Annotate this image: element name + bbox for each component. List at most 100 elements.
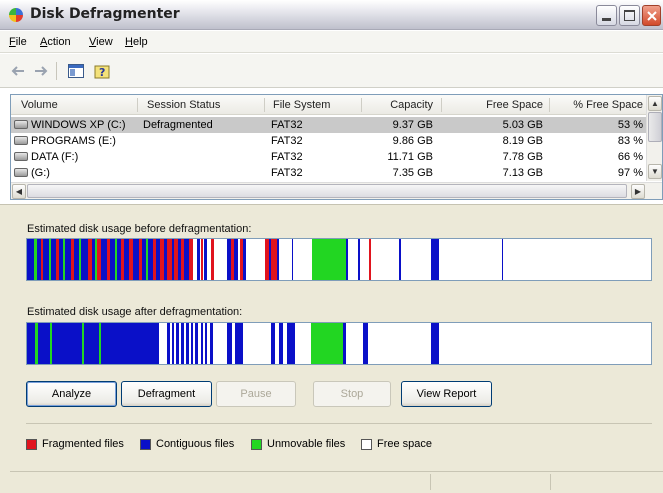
file-system-cell: FAT32 xyxy=(271,135,303,147)
session-status-cell: Defragmented xyxy=(143,119,213,131)
cluster-segment xyxy=(312,239,346,280)
menu-view[interactable]: View xyxy=(89,36,113,48)
volume-name: WINDOWS XP (C:) xyxy=(31,119,126,131)
column-percent-free[interactable]: % Free Space xyxy=(557,99,643,111)
help-button[interactable]: ? xyxy=(92,61,114,81)
column-separator[interactable] xyxy=(441,98,442,112)
cluster-segment xyxy=(346,239,348,280)
cluster-segment xyxy=(210,323,213,364)
unmovable-swatch xyxy=(251,438,262,450)
close-button[interactable] xyxy=(642,5,661,26)
percent-free-cell: 66 % xyxy=(617,151,643,163)
column-capacity[interactable]: Capacity xyxy=(369,99,433,111)
volume-row[interactable]: PROGRAMS (E:) FAT32 9.86 GB 8.19 GB 83 % xyxy=(11,133,647,149)
hard-drive-icon xyxy=(14,136,28,145)
cluster-segment xyxy=(52,323,82,364)
scroll-left-icon[interactable]: ◀ xyxy=(12,184,26,199)
legend-divider xyxy=(26,423,652,424)
status-pane xyxy=(550,474,663,490)
volume-name-cell: (G:) xyxy=(14,167,50,179)
cluster-segment xyxy=(204,239,207,280)
cluster-segment xyxy=(311,323,343,364)
vertical-scrollbar[interactable]: ▲ ▼ xyxy=(646,95,662,181)
status-bar xyxy=(10,471,663,491)
stop-button[interactable]: Stop xyxy=(313,381,391,407)
legend-label: Fragmented files xyxy=(42,438,124,450)
cluster-segment xyxy=(191,323,193,364)
percent-free-cell: 53 % xyxy=(617,119,643,131)
volume-name-cell: WINDOWS XP (C:) xyxy=(14,119,126,131)
volume-name: PROGRAMS (E:) xyxy=(31,135,116,147)
volume-list[interactable]: Volume Session Status File System Capaci… xyxy=(10,94,663,200)
cluster-segment xyxy=(27,239,34,280)
help-icon: ? xyxy=(94,65,110,79)
legend-unmovable: Unmovable files xyxy=(251,438,345,450)
contiguous-swatch xyxy=(140,438,151,450)
forward-button[interactable] xyxy=(33,61,49,81)
cluster-segment xyxy=(399,239,401,280)
cluster-segment xyxy=(189,239,193,280)
column-volume[interactable]: Volume xyxy=(21,99,58,111)
title-bar[interactable]: Disk Defragmenter xyxy=(0,0,663,30)
status-pane xyxy=(430,474,550,490)
svg-text:?: ? xyxy=(99,66,105,79)
volume-row[interactable]: (G:) FAT32 7.35 GB 7.13 GB 97 % xyxy=(11,165,647,179)
cluster-segment xyxy=(84,323,99,364)
view-report-button[interactable]: View Report xyxy=(401,381,492,407)
column-separator[interactable] xyxy=(264,98,265,112)
cluster-segment xyxy=(363,323,368,364)
after-defrag-label: Estimated disk usage after defragmentati… xyxy=(27,306,243,318)
legend-label: Contiguous files xyxy=(156,438,235,450)
scroll-up-icon[interactable]: ▲ xyxy=(648,96,662,111)
column-free-space[interactable]: Free Space xyxy=(451,99,543,111)
cluster-segment xyxy=(201,323,203,364)
minimize-button[interactable] xyxy=(596,5,617,26)
volume-row[interactable]: WINDOWS XP (C:) Defragmented FAT32 9.37 … xyxy=(11,117,647,133)
cluster-segment xyxy=(287,323,295,364)
analyze-button[interactable]: Analyze xyxy=(26,381,117,407)
menu-file[interactable]: File xyxy=(9,36,27,48)
capacity-cell: 9.86 GB xyxy=(392,135,433,147)
legend-free-space: Free space xyxy=(361,438,432,450)
volume-list-header: Volume Session Status File System Capaci… xyxy=(11,95,647,115)
show-hide-tree-icon xyxy=(68,64,84,78)
free-space-cell: 7.13 GB xyxy=(502,167,543,179)
volume-name-cell: PROGRAMS (E:) xyxy=(14,135,116,147)
column-separator[interactable] xyxy=(137,98,138,112)
cluster-segment xyxy=(172,323,174,364)
horizontal-scroll-thumb[interactable] xyxy=(27,184,627,198)
cluster-segment xyxy=(167,323,170,364)
defragment-button[interactable]: Defragment xyxy=(121,381,212,407)
column-file-system[interactable]: File System xyxy=(273,99,330,111)
hard-drive-icon xyxy=(14,152,28,161)
legend-label: Unmovable files xyxy=(267,438,346,450)
fragmented-swatch xyxy=(26,438,37,450)
percent-free-cell: 83 % xyxy=(617,135,643,147)
cluster-segment xyxy=(195,323,198,364)
back-button[interactable] xyxy=(10,61,26,81)
free-space-swatch xyxy=(361,438,372,450)
legend-fragmented: Fragmented files xyxy=(26,438,124,450)
window-title: Disk Defragmenter xyxy=(30,6,180,22)
menu-action[interactable]: Action xyxy=(40,36,71,48)
column-separator[interactable] xyxy=(361,98,362,112)
disk-defragmenter-app-icon xyxy=(9,8,23,22)
back-arrow-icon xyxy=(11,66,24,76)
column-session-status[interactable]: Session Status xyxy=(147,99,220,111)
column-separator[interactable] xyxy=(549,98,550,112)
maximize-button[interactable] xyxy=(619,5,640,26)
scroll-down-icon[interactable]: ▼ xyxy=(648,164,662,179)
vertical-scroll-thumb[interactable] xyxy=(648,112,662,142)
cluster-segment xyxy=(358,239,360,280)
volume-name: (G:) xyxy=(31,167,50,179)
scroll-right-icon[interactable]: ▶ xyxy=(631,184,645,199)
menu-bar: File Action View Help xyxy=(0,31,663,53)
hard-drive-icon xyxy=(14,168,28,177)
horizontal-scrollbar[interactable]: ◀ ▶ xyxy=(11,182,662,199)
free-space-cell: 8.19 GB xyxy=(502,135,543,147)
volume-row[interactable]: DATA (F:) FAT32 11.71 GB 7.78 GB 66 % xyxy=(11,149,647,165)
show-hide-tree-button[interactable] xyxy=(66,61,86,81)
pause-button[interactable]: Pause xyxy=(216,381,296,407)
forward-arrow-icon xyxy=(35,66,48,76)
menu-help[interactable]: Help xyxy=(125,36,148,48)
